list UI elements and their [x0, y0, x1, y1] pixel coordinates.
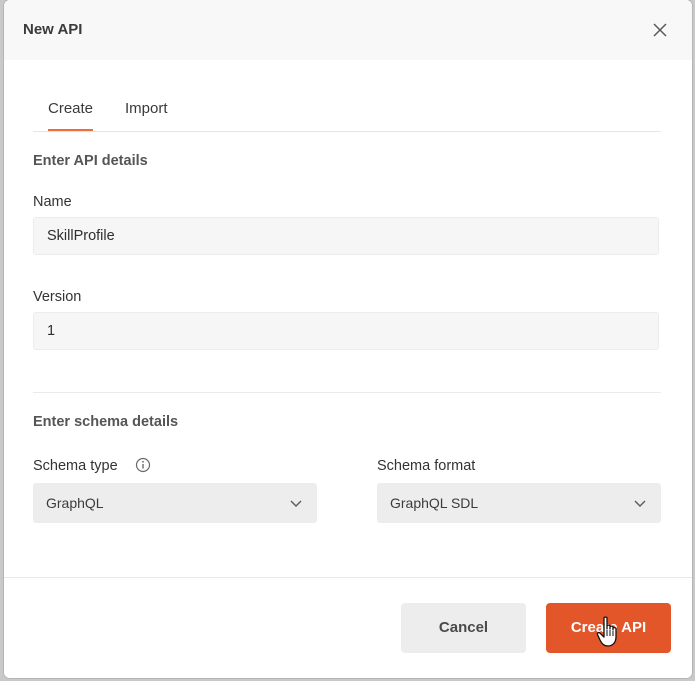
version-label: Version	[33, 289, 82, 305]
schema-format-value: GraphQL SDL	[390, 495, 479, 511]
version-input[interactable]	[33, 312, 659, 350]
tab-import[interactable]: Import	[125, 100, 168, 130]
dialog-header: New API	[4, 0, 692, 60]
close-icon	[653, 23, 667, 37]
new-api-dialog: New API Create Import Enter API details …	[4, 0, 692, 678]
schema-details-heading: Enter schema details	[33, 414, 179, 430]
name-input[interactable]	[33, 217, 659, 255]
schema-format-select[interactable]: GraphQL SDL	[377, 483, 661, 523]
chevron-down-icon	[290, 500, 302, 507]
cancel-button[interactable]: Cancel	[401, 603, 526, 653]
tab-bar: Create Import	[33, 100, 661, 132]
chevron-down-icon	[634, 500, 646, 507]
name-label: Name	[33, 194, 72, 210]
api-details-heading: Enter API details	[33, 153, 148, 169]
hand-pointer-icon	[596, 616, 617, 647]
schema-type-label: Schema type	[33, 458, 118, 474]
info-icon[interactable]	[135, 457, 151, 473]
schema-type-select[interactable]: GraphQL	[33, 483, 317, 523]
tab-create[interactable]: Create	[48, 100, 94, 131]
schema-format-label: Schema format	[377, 458, 476, 474]
dialog-title: New API	[23, 21, 83, 38]
close-button[interactable]	[650, 20, 670, 40]
section-divider	[33, 392, 661, 393]
schema-type-value: GraphQL	[46, 495, 104, 511]
dialog-footer: Cancel Create API	[4, 577, 692, 678]
